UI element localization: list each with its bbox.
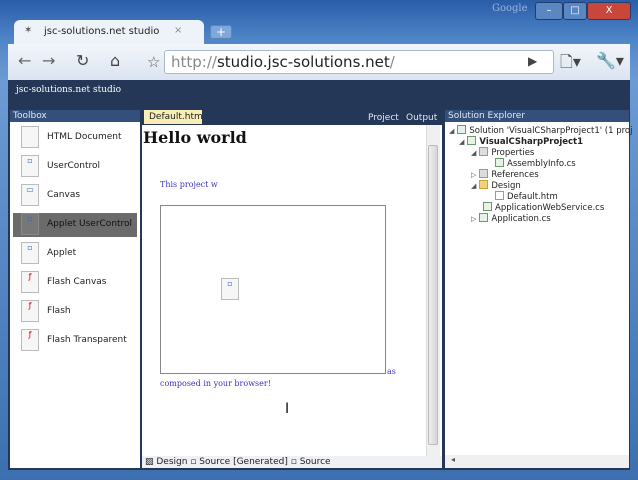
flash-icon: ƒ xyxy=(21,300,39,322)
applet-icon: ▫ xyxy=(221,278,239,300)
tab-project[interactable]: Project xyxy=(368,113,399,123)
solution-explorer: Solution Explorer ◢ Solution 'VisualCShar… xyxy=(445,110,632,468)
maximize-button[interactable]: □ xyxy=(563,2,587,20)
scrollbar-thumb[interactable] xyxy=(428,145,438,445)
google-label: Google xyxy=(492,3,528,14)
toolbox-item-html-document[interactable]: HTML Document xyxy=(13,126,137,150)
toolbox-panel: Toolbox HTML Document ▫ UserControl ▭ Canv… xyxy=(10,110,140,468)
tab-default-htm[interactable]: Default.htm xyxy=(144,110,203,124)
toolbox-item-applet[interactable]: ▫ Applet xyxy=(13,242,137,266)
paragraph-text-1: This project w xyxy=(160,180,218,189)
document-icon xyxy=(21,126,39,148)
tab-title: jsc-solutions.net studio xyxy=(44,26,160,37)
tree-node-project[interactable]: ◢ VisualCSharpProject1 xyxy=(459,136,583,147)
text-cursor-icon: I xyxy=(285,401,290,417)
toolbox-item-applet-usercontrol[interactable]: ▫ Applet UserControl xyxy=(13,213,137,237)
studio-app: jsc-solutions.net studio Toolbox HTML Do… xyxy=(8,80,632,470)
url-path: / xyxy=(389,53,395,71)
usercontrol-icon: ▫ xyxy=(21,155,39,177)
tab-close-icon[interactable]: × xyxy=(174,25,182,36)
toolbox-item-usercontrol[interactable]: ▫ UserControl xyxy=(13,155,137,179)
url-scheme: http:// xyxy=(171,53,217,71)
tree-node-assemblyinfo[interactable]: AssemblyInfo.cs xyxy=(495,158,576,169)
page-menu-icon[interactable]: 🗋▾ xyxy=(560,51,581,78)
browser-toolbar: ← → ↻ ⌂ ☆ http://studio.jsc-solutions.ne… xyxy=(8,44,630,80)
design-surface[interactable]: Hello world This project w ▫ as composed… xyxy=(142,125,442,456)
view-design[interactable]: ▨ Design xyxy=(145,457,187,467)
tree-node-applicationwebservice[interactable]: ApplicationWebService.cs xyxy=(483,202,604,213)
reload-icon[interactable]: ↻ xyxy=(76,51,89,70)
tree-node-design[interactable]: ◢ Design xyxy=(471,180,521,191)
canvas-icon: ▭ xyxy=(21,184,39,206)
browser-tab[interactable]: ✶ jsc-solutions.net studio × xyxy=(14,20,204,44)
wrench-menu-icon[interactable]: 🔧▾ xyxy=(596,51,624,70)
view-source-generated[interactable]: ▫ Source [Generated] xyxy=(190,457,288,467)
flash-icon: ƒ xyxy=(21,329,39,351)
url-host: studio.jsc-solutions.net xyxy=(216,53,390,71)
paragraph-text-3: composed in your browser! xyxy=(160,379,271,388)
solution-explorer-header: Solution Explorer xyxy=(445,110,629,122)
new-tab-button[interactable]: + xyxy=(210,25,232,39)
applet-placeholder[interactable]: ▫ xyxy=(160,205,386,374)
tab-output[interactable]: Output xyxy=(406,113,437,123)
view-switcher: ▨ Design ▫ Source [Generated] ▫ Source xyxy=(142,456,442,468)
heading-hello-world: Hello world xyxy=(143,128,247,147)
minimize-button[interactable]: – xyxy=(535,2,563,20)
close-window-button[interactable]: X xyxy=(587,2,631,20)
tree-node-application[interactable]: ▷ Application.cs xyxy=(471,213,551,224)
applet-icon: ▫ xyxy=(21,242,39,264)
tree-node-default-htm[interactable]: Default.htm xyxy=(495,191,558,202)
horizontal-scrollbar[interactable]: ◂ xyxy=(445,455,629,468)
toolbox-header: Toolbox xyxy=(10,110,140,122)
paragraph-text-2: as xyxy=(387,367,396,376)
go-icon[interactable]: ▶ xyxy=(528,54,537,68)
app-title: jsc-solutions.net studio xyxy=(16,85,122,95)
folder-icon xyxy=(479,180,489,189)
tree-node-solution[interactable]: ◢ Solution 'VisualCSharpProject1' (1 proj xyxy=(449,125,632,136)
flash-icon: ƒ xyxy=(21,271,39,293)
address-bar[interactable]: ☆ http://studio.jsc-solutions.net/ xyxy=(147,50,554,74)
favicon-icon: ✶ xyxy=(24,25,33,36)
home-icon[interactable]: ⌂ xyxy=(110,51,120,70)
tree-node-references[interactable]: ▷ References xyxy=(471,169,539,180)
applet-usercontrol-icon: ▫ xyxy=(21,213,39,235)
editor-panel: Default.htm Project Output Hello world T… xyxy=(142,110,442,468)
tree-node-properties[interactable]: ◢ Properties xyxy=(471,147,534,158)
toolbox-item-flash[interactable]: ƒ Flash xyxy=(13,300,137,324)
star-icon[interactable]: ☆ xyxy=(147,53,160,71)
forward-icon[interactable]: → xyxy=(42,51,55,70)
toolbox-item-flash-transparent[interactable]: ƒ Flash Transparent xyxy=(13,329,137,353)
toolbox-item-canvas[interactable]: ▭ Canvas xyxy=(13,184,137,208)
back-icon[interactable]: ← xyxy=(18,51,31,70)
view-source[interactable]: ▫ Source xyxy=(291,457,331,467)
toolbox-item-flash-canvas[interactable]: ƒ Flash Canvas xyxy=(13,271,137,295)
